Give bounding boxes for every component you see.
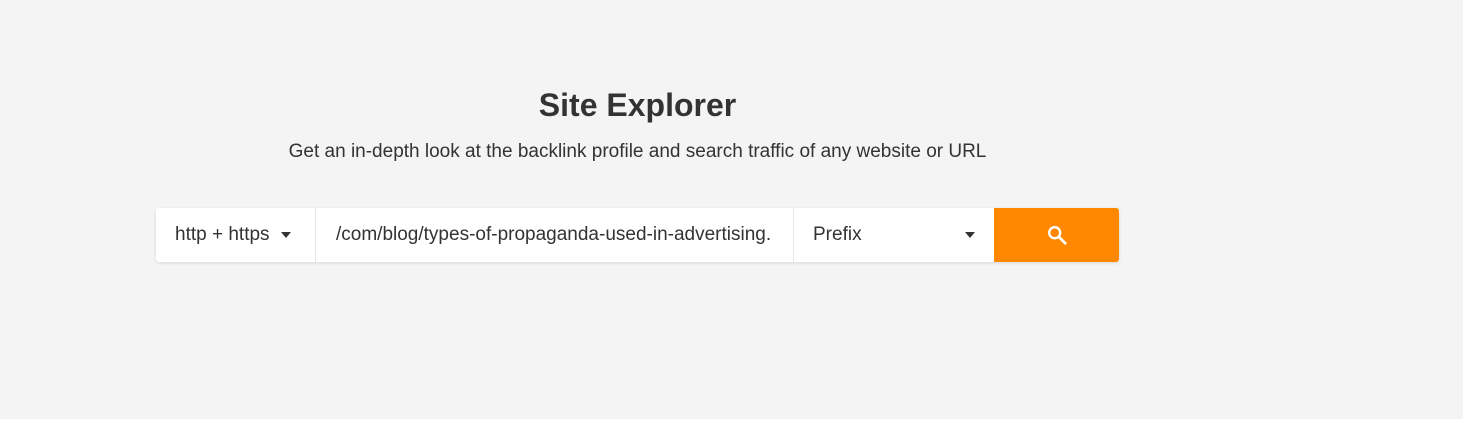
search-icon [1047,226,1067,245]
mode-dropdown[interactable]: Prefix [794,208,994,262]
mode-dropdown-value: Prefix [813,224,862,245]
page-title: Site Explorer [538,87,737,123]
protocol-dropdown[interactable]: http + https [156,208,316,262]
caret-down-icon [965,232,975,238]
page-subtitle: Get an in-depth look at the backlink pro… [288,141,987,162]
url-input[interactable] [316,208,794,262]
search-button[interactable] [994,208,1119,262]
caret-down-icon [280,232,291,238]
search-bar: http + https Prefix [156,208,1119,262]
protocol-dropdown-value: http + https [175,224,270,245]
site-explorer-hero: Site Explorer Get an in-depth look at th… [0,0,1463,419]
